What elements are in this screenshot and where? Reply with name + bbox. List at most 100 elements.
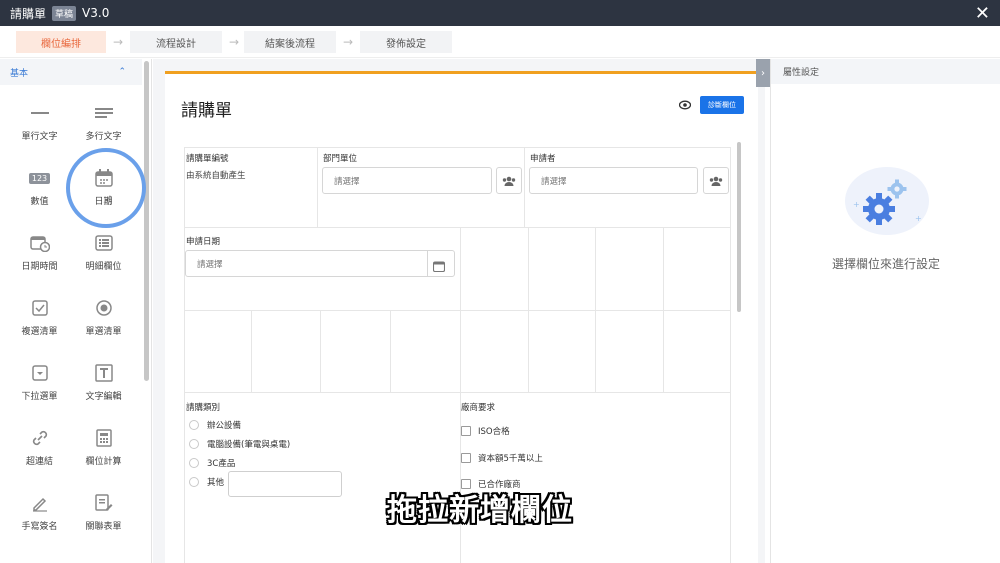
grid-line [184,147,185,563]
checkbox-option[interactable]: ISO合格 [461,425,510,437]
signature-icon [31,493,49,513]
chevron-up-icon[interactable]: ⌃ [118,67,126,77]
checkbox-icon [31,298,48,318]
related-form-icon [94,493,113,513]
grid-line [184,392,730,393]
hand-cursor-icon: ☝ [104,194,112,209]
applicant-picker-button[interactable] [703,167,729,194]
step-publish-settings[interactable]: 發佈設定 [360,31,452,53]
form-scrollbar[interactable] [737,142,741,312]
field-label-vendor: 廠商要求 [461,403,496,413]
single-line-text-icon [30,103,49,123]
radio-option[interactable]: 電腦設備(筆電與桌電) [189,438,290,450]
applicant-select[interactable]: 請選擇 [529,167,698,194]
other-text-input[interactable] [228,471,342,497]
palette-item-datetime[interactable]: 日期時間 [4,215,75,280]
section-header-basic[interactable]: 基本 ⌃ [0,59,142,85]
palette-item-calculation[interactable]: 欄位計算 [68,410,139,475]
field-label-serial: 請購單編號 [186,154,229,164]
palette-item-label: 數值 [30,197,49,207]
palette-item-label: 複選清單 [21,327,58,337]
settings-gears-icon: + + [839,159,935,243]
palette-item-label: 文字編輯 [85,392,122,402]
field-value-serial: 由系統自動產生 [186,171,246,181]
palette-item-single-line-text[interactable]: 單行文字 [4,85,75,150]
palette-item-label: 明細欄位 [85,262,122,272]
palette-item-label: 單選清單 [85,327,122,337]
highlight-circle [66,148,146,228]
palette-item-number[interactable]: 123 數值 [4,150,75,215]
radio-option[interactable]: 其他 [189,476,224,488]
grid-line [528,227,529,392]
step-field-layout[interactable]: 欄位編排 [16,31,106,53]
chevron-right-icon[interactable]: › [756,59,770,87]
divider [427,251,428,276]
field-label-category: 請購類別 [186,403,221,413]
arrow-right-icon: → [113,35,124,49]
radio-option[interactable]: 3C產品 [189,457,235,469]
palette-item-label: 超連結 [25,457,53,467]
calculator-icon [95,428,112,448]
checkbox-option[interactable]: 資本額5千萬以上 [461,452,543,464]
palette-item-checkbox-list[interactable]: 複選清單 [4,280,75,345]
department-picker-button[interactable] [496,167,522,194]
palette-item-label: 下拉選單 [21,392,58,402]
draft-badge: 草稿 [52,5,77,21]
arrow-right-icon: → [343,35,354,49]
radio-option[interactable]: 辦公設備 [189,419,241,431]
grid-line [524,147,525,227]
title-bar: 請購單 草稿 V3.0 ✕ [0,0,1000,26]
multi-line-text-icon [94,103,113,123]
palette-item-label: 欄位計算 [85,457,122,467]
date-input[interactable]: 請選擇 [185,250,455,277]
preview-eye-icon[interactable] [678,100,692,113]
grid-line [730,147,731,563]
field-label-date: 申請日期 [186,237,221,247]
grid-line [184,310,730,311]
grid-line [184,227,730,228]
svg-text:+: + [853,200,860,209]
close-icon[interactable]: ✕ [975,3,990,24]
palette-item-label: 多行文字 [85,132,122,142]
grid-line [184,147,730,148]
grid-line [595,227,596,392]
properties-header: 屬性設定 [771,59,1000,84]
dropdown-icon [31,363,48,383]
text-editor-icon [94,363,113,383]
step-flow-design[interactable]: 流程設計 [130,31,222,53]
palette-item-label: 日期時間 [21,262,58,272]
palette-item-hyperlink[interactable]: 超連結 [4,410,75,475]
palette-item-radio-list[interactable]: 單選清單 [68,280,139,345]
form-title: 請購單 [181,101,232,121]
step-navigation: 欄位編排 → 流程設計 → 結案後流程 → 發佈設定 [0,26,1000,58]
field-palette: 基本 ⌃ 單行文字 多行文字 123 數值 日期 日期時間 明細欄位 複選清單 … [0,59,152,563]
palette-item-dropdown[interactable]: 下拉選單 [4,345,75,410]
number-icon: 123 [28,168,51,188]
diagnose-fields-button[interactable]: 診斷欄位 [700,96,744,114]
calendar-icon[interactable] [432,257,446,276]
palette-item-label: 手寫簽名 [21,522,58,532]
field-label-applicant: 申請者 [530,154,556,164]
properties-panel: 屬性設定 + + 選擇欄位來進行設定 [770,59,1000,563]
svg-text:+: + [915,214,922,223]
group-icon [502,176,516,186]
grid-line [320,310,321,392]
video-caption: 拖拉新增欄位 [387,493,573,528]
grid-line [390,310,391,392]
grid-line [663,227,664,392]
grid-line [251,310,252,392]
radio-icon [95,298,112,318]
palette-item-multi-line-text[interactable]: 多行文字 [68,85,139,150]
step-post-close-flow[interactable]: 結案後流程 [244,31,336,53]
palette-item-signature[interactable]: 手寫簽名 [4,475,75,540]
palette-item-text-editor[interactable]: 文字編輯 [68,345,139,410]
app-title: 請購單 [10,6,47,21]
sidebar-scrollbar[interactable] [144,61,149,381]
detail-list-icon [94,233,113,253]
datetime-icon [29,233,50,253]
palette-item-related-form[interactable]: 關聯表單 [68,475,139,540]
grid-line [317,147,318,227]
arrow-right-icon: → [229,35,240,49]
link-icon [31,428,49,448]
department-select[interactable]: 請選擇 [322,167,492,194]
